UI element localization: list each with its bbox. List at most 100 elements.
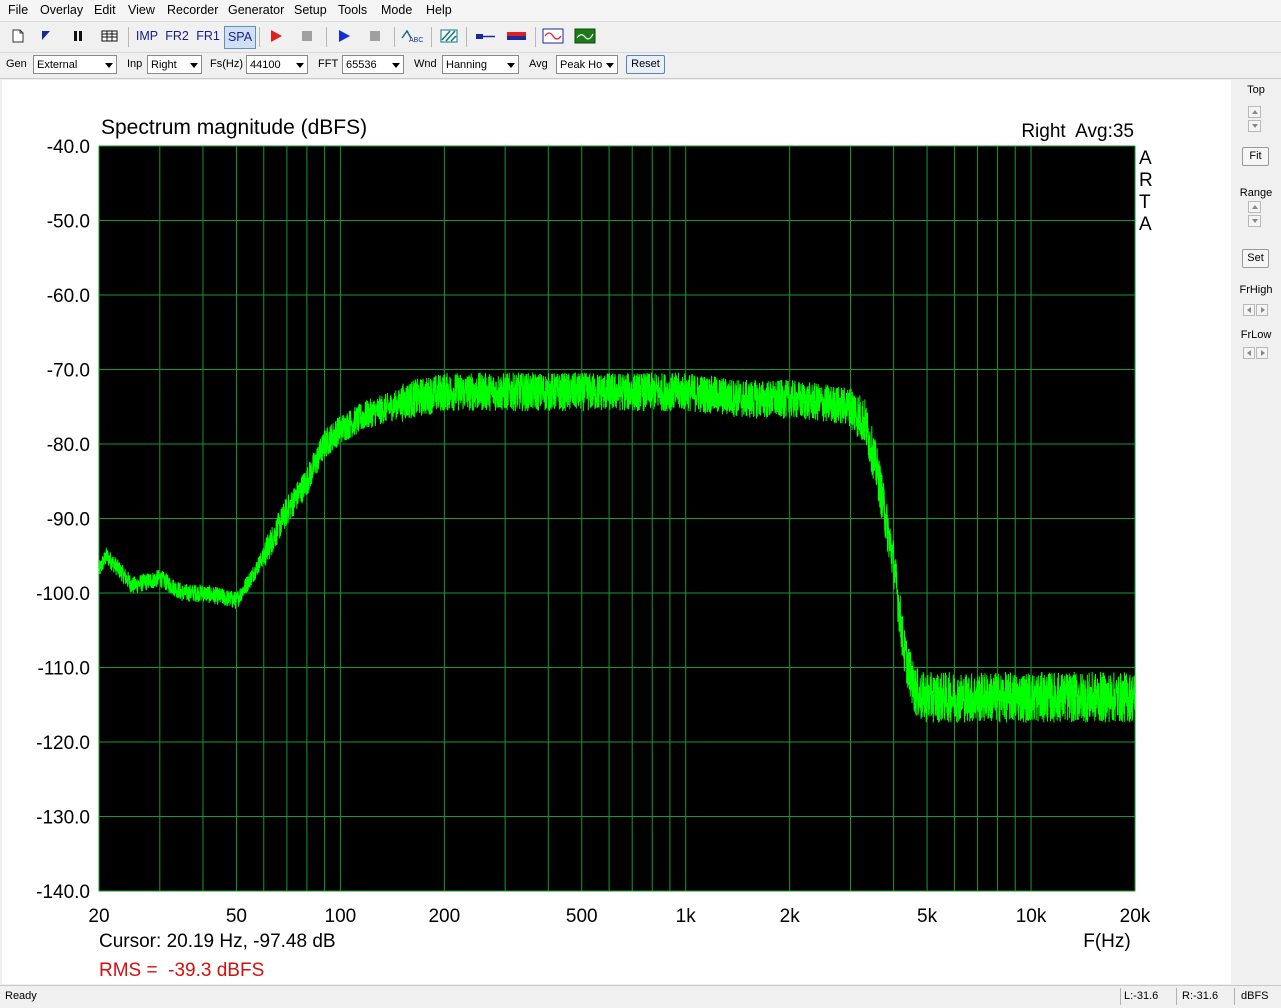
arta-watermark-r: R	[1139, 170, 1153, 191]
frlow-left-spin[interactable]	[1243, 347, 1255, 359]
control-bar: Gen External Inp Right Fs(Hz) 44100 FFT …	[0, 53, 1281, 79]
status-bar: Ready L:-31.6 R:-31.6 dBFS	[0, 985, 1281, 1008]
imp-mode-button[interactable]: IMP	[134, 26, 160, 47]
spectrum-scope-icon[interactable]	[574, 27, 596, 45]
menu-mode[interactable]: Mode	[381, 3, 412, 17]
y-tick-label: -60.0	[47, 286, 90, 307]
arta-watermark-t: T	[1139, 192, 1151, 213]
channel-info: Right Avg:35	[1021, 121, 1134, 142]
new-file-icon[interactable]	[10, 28, 26, 44]
top-up-spin[interactable]	[1248, 106, 1261, 118]
frhigh-right-spin[interactable]	[1256, 304, 1268, 316]
range-label: Range	[1239, 187, 1273, 199]
arta-watermark-a2: A	[1139, 214, 1152, 235]
record-play-icon[interactable]	[268, 28, 284, 44]
menu-tools[interactable]: Tools	[338, 3, 367, 17]
menu-generator[interactable]: Generator	[228, 3, 284, 17]
y-tick-label: -140.0	[36, 882, 90, 903]
pause-icon[interactable]	[70, 28, 86, 44]
toolbar-separator	[259, 27, 260, 47]
arta-watermark-a1: A	[1139, 148, 1152, 169]
spectrum-chart[interactable]: -40.0 -50.0 -60.0 -70.0 -80.0 -90.0 -100.0 -110…	[2, 80, 1231, 984]
sample-rate-select[interactable]: 44100	[246, 55, 308, 74]
y-tick-label: -110.0	[38, 659, 90, 680]
inp-label: Inp	[127, 58, 143, 70]
status-left-level: L:-31.6	[1124, 990, 1159, 1002]
status-divider	[1120, 988, 1121, 1005]
set-button[interactable]: Set	[1242, 249, 1269, 268]
status-right-level: R:-31.6	[1182, 990, 1219, 1002]
toolbar-separator	[128, 27, 129, 47]
status-units: dBFS	[1241, 990, 1269, 1002]
menu-view[interactable]: View	[128, 3, 155, 17]
x-axis-label: F(Hz)	[1083, 931, 1130, 952]
avg-label: Avg	[529, 58, 548, 70]
toolbar-separator	[394, 27, 395, 47]
hatch-icon[interactable]	[440, 28, 458, 44]
window-select-value: Hanning	[446, 59, 487, 71]
menu-recorder[interactable]: Recorder	[167, 3, 218, 17]
menu-help[interactable]: Help	[426, 3, 452, 17]
sample-rate-select-value: 44100	[250, 59, 281, 71]
generator-select[interactable]: External	[33, 55, 117, 74]
x-tick-label: 200	[428, 906, 460, 927]
fit-button[interactable]: Fit	[1242, 147, 1269, 166]
x-tick-label: 5k	[917, 906, 938, 927]
abc-icon[interactable]: ABC	[401, 28, 423, 44]
gen-label: Gen	[6, 58, 27, 70]
chart-title: Spectrum magnitude (dBFS)	[101, 116, 367, 139]
toolbar-separator	[466, 27, 467, 47]
stop-icon[interactable]	[299, 28, 315, 44]
range-up-spin[interactable]	[1248, 201, 1261, 213]
connect-icon[interactable]	[475, 28, 497, 44]
fr2-mode-button[interactable]: FR2	[163, 26, 191, 47]
play-icon[interactable]	[336, 28, 352, 44]
menu-setup[interactable]: Setup	[294, 3, 327, 17]
top-label: Top	[1247, 84, 1265, 96]
x-tick-label: 1k	[676, 906, 697, 927]
y-tick-label: -40.0	[47, 137, 90, 158]
top-down-spin[interactable]	[1248, 120, 1261, 132]
window-select[interactable]: Hanning	[442, 55, 519, 74]
svg-text:ABC: ABC	[409, 37, 423, 44]
table-icon[interactable]	[101, 28, 119, 44]
x-tick-label: 10k	[1016, 906, 1047, 927]
frhigh-left-spin[interactable]	[1243, 304, 1255, 316]
x-tick-label: 20k	[1120, 906, 1151, 927]
y-tick-label: -130.0	[36, 808, 90, 829]
toolbar: IMP FR2 FR1 SPA ABC	[0, 22, 1281, 53]
y-tick-label: -50.0	[47, 212, 90, 233]
menu-overlay[interactable]: Overlay	[40, 3, 83, 17]
fft-label: FFT	[318, 58, 339, 70]
toolbar-separator	[326, 27, 327, 47]
level-meter-icon[interactable]	[506, 28, 528, 44]
cursor-readout: Cursor: 20.19 Hz, -97.48 dB	[99, 931, 336, 952]
frlow-right-spin[interactable]	[1256, 347, 1268, 359]
status-ready: Ready	[5, 990, 37, 1002]
oscilloscope-icon[interactable]	[542, 27, 564, 45]
fft-size-select-value: 65536	[346, 59, 377, 71]
fr1-mode-button[interactable]: FR1	[194, 26, 222, 47]
rms-readout: RMS = -39.3 dBFS	[99, 960, 264, 981]
fft-size-select[interactable]: 65536	[342, 55, 404, 74]
spa-mode-button[interactable]: SPA	[224, 26, 256, 49]
toolbar-separator	[535, 27, 536, 47]
open-file-icon[interactable]	[38, 28, 54, 44]
fs-label: Fs(Hz)	[210, 58, 243, 70]
range-down-spin[interactable]	[1248, 215, 1261, 227]
averaging-select-value: Peak Ho	[560, 59, 603, 71]
input-select[interactable]: Right	[147, 55, 202, 74]
toolbar-separator	[431, 27, 432, 47]
frlow-label: FrLow	[1240, 329, 1272, 341]
y-tick-label: -120.0	[36, 733, 90, 754]
averaging-select[interactable]: Peak Ho	[556, 55, 618, 74]
status-divider	[1234, 988, 1235, 1005]
menu-edit[interactable]: Edit	[94, 3, 116, 17]
y-tick-label: -90.0	[47, 510, 90, 531]
stop-generator-icon[interactable]	[367, 28, 383, 44]
graph-area: -40.0 -50.0 -60.0 -70.0 -80.0 -90.0 -100.0 -110…	[2, 80, 1231, 984]
reset-button[interactable]: Reset	[626, 55, 665, 74]
status-divider	[1176, 988, 1177, 1005]
menu-file[interactable]: File	[8, 3, 28, 17]
y-tick-label: -100.0	[36, 584, 90, 605]
